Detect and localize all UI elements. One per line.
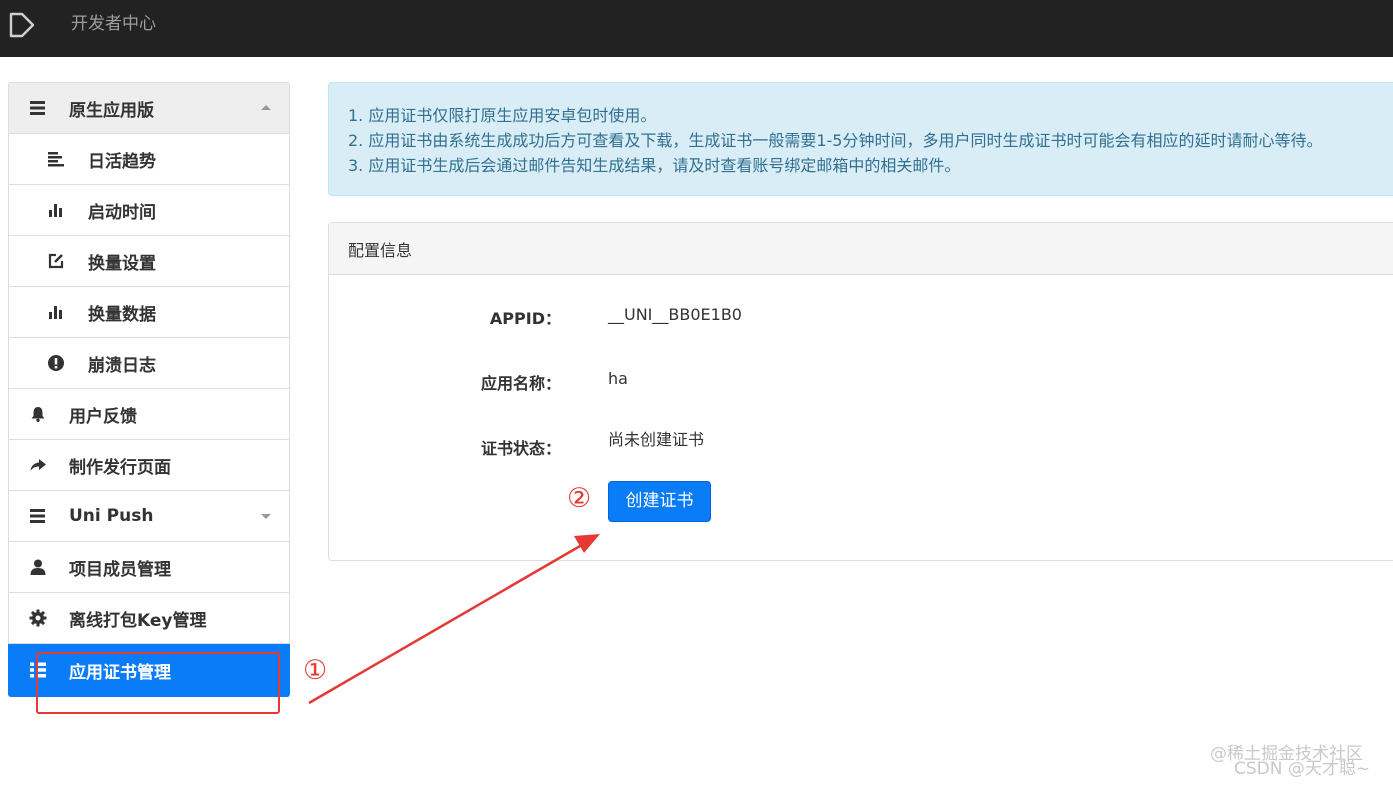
alert-line: 1. 应用证书仅限打原生应用安卓包时使用。 (348, 106, 657, 125)
sidebar-item-exchange-data[interactable]: 换量数据 (8, 287, 290, 338)
share-arrow-icon (30, 459, 46, 471)
play-outline-icon[interactable] (8, 11, 36, 39)
config-panel: 配置信息 APPID： __UNI__BB0E1B0 应用名称： ha 证书状态… (328, 222, 1393, 561)
sidebar-item-offline-key[interactable]: 离线打包Key管理 (8, 593, 290, 644)
sidebar-item-label: 项目成员管理 (69, 559, 171, 580)
sidebar-item-label: 日活趋势 (88, 151, 156, 172)
app-name-value: ha (608, 369, 628, 388)
cert-status-label: 证书状态： (480, 439, 561, 458)
cert-status-value: 尚未创建证书 (608, 430, 705, 449)
info-alert: 1. 应用证书仅限打原生应用安卓包时使用。 2. 应用证书由系统生成成功后方可查… (328, 82, 1393, 196)
menu-icon (30, 509, 45, 523)
sidebar-item-launch-time[interactable]: 启动时间 (8, 185, 290, 236)
annotation-marker-2: ② (567, 483, 592, 514)
sidebar-item-label: 用户反馈 (69, 406, 137, 427)
appid-value: __UNI__BB0E1B0 (608, 305, 742, 324)
appid-label: APPID： (489, 309, 561, 328)
sidebar-item-feedback[interactable]: 用户反馈 (8, 389, 290, 440)
sidebar-item-label: 启动时间 (88, 202, 156, 223)
bar-chart-icon (49, 204, 62, 217)
user-icon (30, 559, 46, 575)
sidebar-item-label: 换量设置 (88, 253, 156, 274)
chevron-down-icon (261, 514, 271, 519)
top-navbar: 开发者中心 (0, 0, 1393, 57)
panel-title: 配置信息 (329, 223, 1393, 275)
chevron-up-icon (261, 105, 271, 110)
sidebar-item-daily-active[interactable]: 日活趋势 (8, 134, 290, 185)
bar-chart-icon (49, 306, 62, 319)
watermark-csdn: CSDN @天才聪~ (1234, 759, 1371, 779)
sidebar-item-label: 换量数据 (88, 304, 156, 325)
annotation-arrow (308, 534, 600, 705)
sidebar-item-label: 原生应用版 (69, 100, 154, 121)
sidebar: 原生应用版 日活趋势 启动时间 换量设置 换量数据 崩溃日志 用户反馈 制作发行… (8, 82, 290, 697)
edit-icon (48, 253, 64, 269)
sidebar-item-exchange-settings[interactable]: 换量设置 (8, 236, 290, 287)
sidebar-item-crash-log[interactable]: 崩溃日志 (8, 338, 290, 389)
gear-icon (29, 609, 47, 627)
sidebar-item-release-page[interactable]: 制作发行页面 (8, 440, 290, 491)
navbar-title[interactable]: 开发者中心 (71, 12, 156, 36)
align-left-icon (48, 152, 64, 167)
sidebar-item-members[interactable]: 项目成员管理 (8, 542, 290, 593)
menu-icon (30, 101, 45, 115)
sidebar-item-label: Uni Push (69, 506, 154, 526)
sidebar-item-label: 制作发行页面 (69, 457, 171, 478)
alert-line: 2. 应用证书由系统生成成功后方可查看及下载，生成证书一般需要1-5分钟时间，多… (348, 131, 1323, 150)
sidebar-item-uni-push[interactable]: Uni Push (8, 491, 290, 542)
app-name-label: 应用名称： (480, 374, 561, 393)
create-certificate-button[interactable]: 创建证书 (608, 481, 711, 522)
exclamation-circle-icon (48, 355, 64, 371)
sidebar-item-native-app[interactable]: 原生应用版 (8, 82, 290, 134)
sidebar-item-label: 离线打包Key管理 (69, 610, 207, 631)
annotation-highlight-box (36, 652, 280, 714)
sidebar-item-label: 崩溃日志 (88, 355, 156, 376)
bell-icon (31, 407, 45, 422)
alert-line: 3. 应用证书生成后会通过邮件告知生成结果，请及时查看账号绑定邮箱中的相关邮件。 (348, 156, 961, 175)
